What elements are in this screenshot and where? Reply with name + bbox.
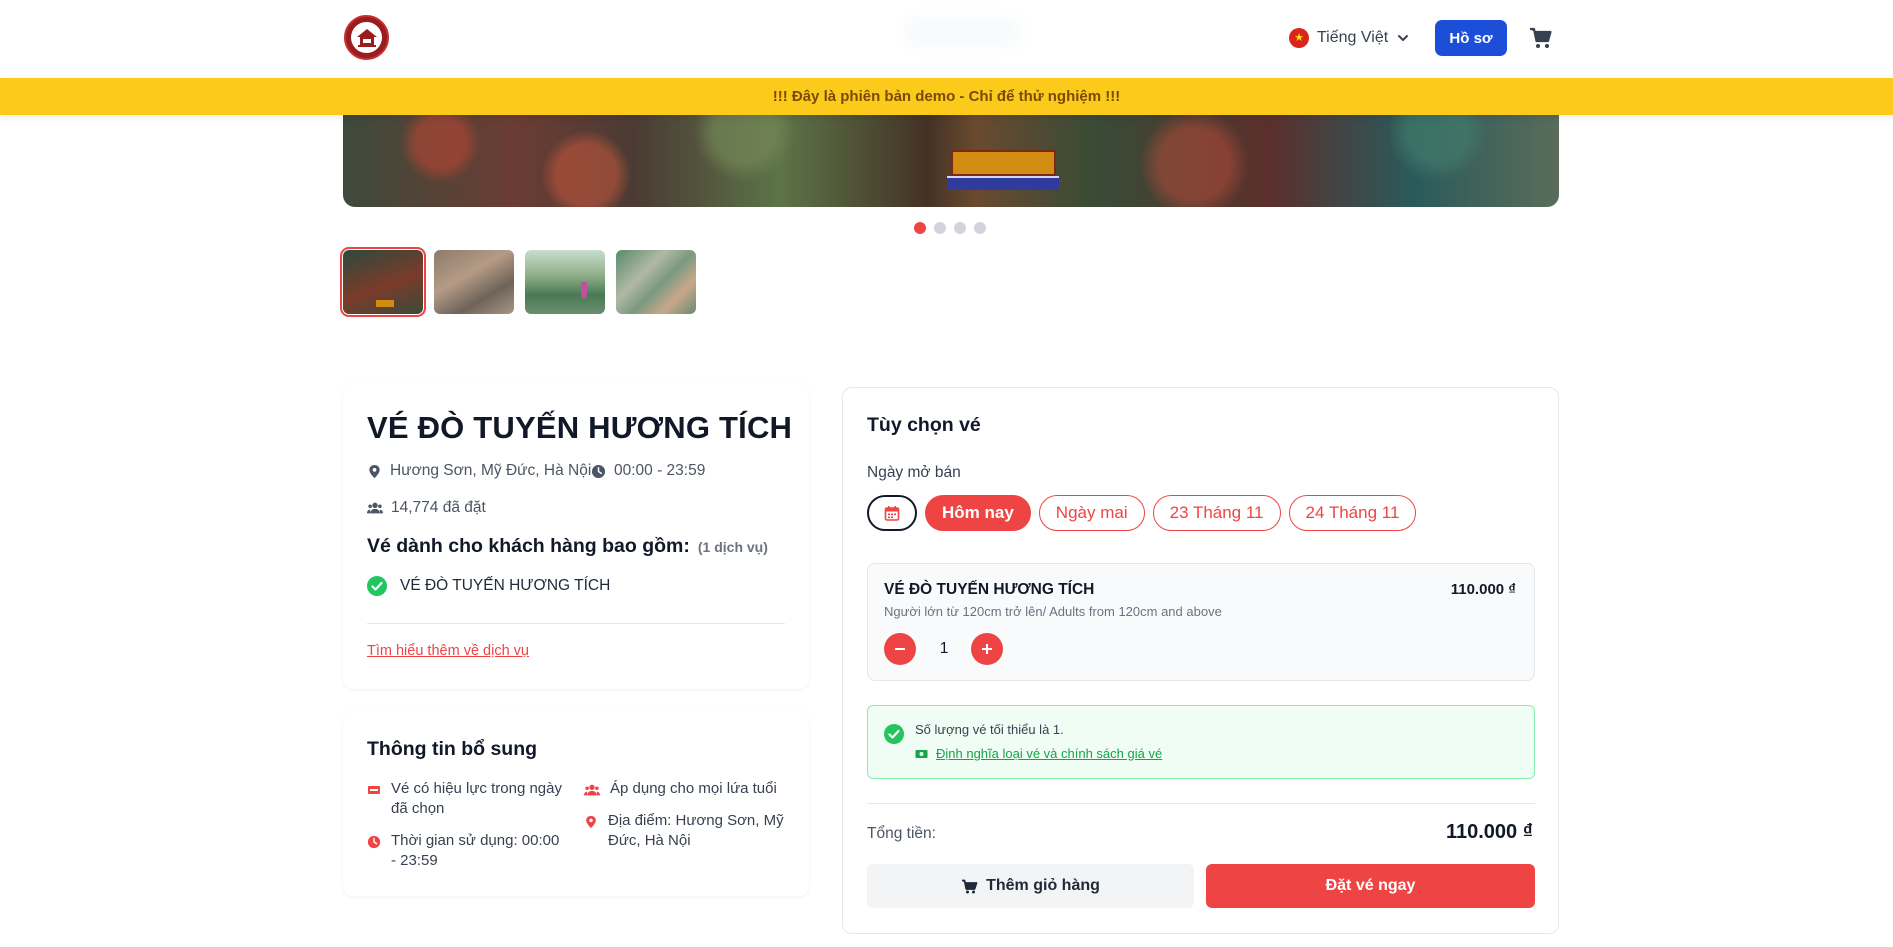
temple-sign-image [951,150,1056,176]
quantity-value[interactable]: 1 [930,640,958,658]
add-to-cart-button[interactable]: Thêm giỏ hàng [867,864,1194,908]
product-location: Hương Sơn, Mỹ Đức, Hà Nội [367,462,591,480]
demo-banner-text: !!! Đây là phiên bản demo - Chỉ để thử n… [772,88,1121,105]
policy-link-text[interactable]: Định nghĩa loại vé và chính sách giá vé [936,746,1162,761]
validity-info: Vé có hiệu lực trong ngày đã chọn [367,779,567,819]
thumbnail-2[interactable] [434,250,514,314]
calendar-button[interactable] [867,495,917,531]
learn-more-link[interactable]: Tìm hiểu thêm về dịch vụ [367,643,529,659]
ages-info: Áp dụng cho mọi lứa tuổi [584,779,804,799]
thumbnail-1[interactable] [340,247,426,317]
vietnam-flag-icon: ★ [1289,28,1309,48]
language-selector[interactable]: ★ Tiếng Việt [1289,26,1410,50]
check-circle-icon [367,576,387,596]
location-text: Hương Sơn, Mỹ Đức, Hà Nội [390,462,592,479]
users-icon [367,502,383,514]
divider [367,623,785,624]
ticket-price: 110.000 ₫ [1450,581,1516,598]
thumbnail-4[interactable] [616,250,696,314]
minus-icon [895,648,905,650]
product-title: VÉ ĐÒ TUYẾN HƯƠNG TÍCH [367,410,793,445]
temple-base-image [947,176,1059,190]
plus-icon [982,644,992,654]
ages-text: Áp dụng cho mọi lứa tuổi [610,780,777,797]
date-selector: Hôm nay Ngày mai 23 Tháng 11 24 Tháng 11 [867,495,1417,531]
site-header: ★ Tiếng Việt Hồ sơ [0,0,1893,78]
profile-button[interactable]: Hồ sơ [1435,20,1507,56]
carousel-dot[interactable] [934,222,946,234]
validity-text: Vé có hiệu lực trong ngày đã chọn [391,780,562,817]
date-chip-tomorrow[interactable]: Ngày mai [1038,495,1145,531]
site-logo[interactable] [344,15,389,60]
users-icon [584,784,600,796]
map-pin-icon [369,464,380,478]
calendar-icon [884,506,900,521]
hours-text: 00:00 - 23:59 [614,462,706,479]
cart-icon[interactable] [1529,26,1553,50]
total-label: Tổng tiền: [867,825,936,842]
hero-image [343,100,1559,207]
add-to-cart-label: Thêm giỏ hàng [986,877,1100,894]
thumbnail-strip [340,247,696,317]
booked-text: 14,774 đã đặt [391,499,486,516]
map-pin-icon [586,815,596,829]
language-label: Tiếng Việt [1317,29,1389,46]
service-item-label: VÉ ĐÒ TUYẾN HƯƠNG TÍCH [400,577,611,594]
carousel-dot[interactable] [914,222,926,234]
clock-icon [367,835,381,849]
header-center-placeholder [903,16,1021,48]
place-text: Địa điểm: Hương Sơn, Mỹ Đức, Hà Nội [608,812,784,849]
clock-icon [591,464,606,478]
date-chip-23-nov[interactable]: 23 Tháng 11 [1152,495,1281,531]
place-info: Địa điểm: Hương Sơn, Mỹ Đức, Hà Nội [584,811,784,851]
usage-time-info: Thời gian sử dụng: 00:00 - 23:59 [367,831,567,871]
date-chip-24-nov[interactable]: 24 Tháng 11 [1288,495,1417,531]
ticket-options-title: Tùy chọn vé [867,414,981,436]
quantity-increase-button[interactable] [971,633,1003,665]
chevron-down-icon [1398,35,1409,42]
quantity-decrease-button[interactable] [884,633,916,665]
minimum-quantity-notice [867,705,1535,779]
total-value: 110.000 ₫ [1445,821,1533,843]
check-circle-icon [884,724,904,744]
ticket-name: VÉ ĐÒ TUYẾN HƯƠNG TÍCH [884,581,1095,598]
demo-banner: !!! Đây là phiên bản demo - Chỉ để thử n… [0,78,1893,115]
usage-time-text: Thời gian sử dụng: 00:00 - 23:59 [391,832,560,869]
includes-title: Vé dành cho khách hàng bao gồm: [367,535,690,557]
extra-info-title: Thông tin bổ sung [367,738,538,760]
cart-icon [962,879,978,893]
sale-date-label: Ngày mở bán [867,464,961,481]
product-hours: 00:00 - 23:59 [591,462,705,480]
carousel-dots [914,222,986,234]
includes-heading: Vé dành cho khách hàng bao gồm: (1 dịch … [367,535,768,558]
ticket-description: Người lớn từ 120cm trở lên/ Adults from … [884,604,1222,619]
ticket-icon [368,786,380,794]
includes-count: (1 dịch vụ) [697,539,768,555]
thumbnail-3[interactable] [525,250,605,314]
book-now-button[interactable]: Đặt vé ngay [1206,864,1535,908]
money-icon [915,749,928,758]
carousel-dot[interactable] [974,222,986,234]
date-chip-today[interactable]: Hôm nay [925,495,1031,531]
temple-logo-icon [351,22,382,53]
divider [867,803,1535,804]
carousel-dot[interactable] [954,222,966,234]
notice-text: Số lượng vé tối thiểu là 1. [915,722,1064,737]
ticket-policy-link[interactable]: Định nghĩa loại vé và chính sách giá vé [915,746,1162,761]
service-item: VÉ ĐÒ TUYẾN HƯƠNG TÍCH [367,576,610,596]
product-booked-count: 14,774 đã đặt [367,499,486,517]
